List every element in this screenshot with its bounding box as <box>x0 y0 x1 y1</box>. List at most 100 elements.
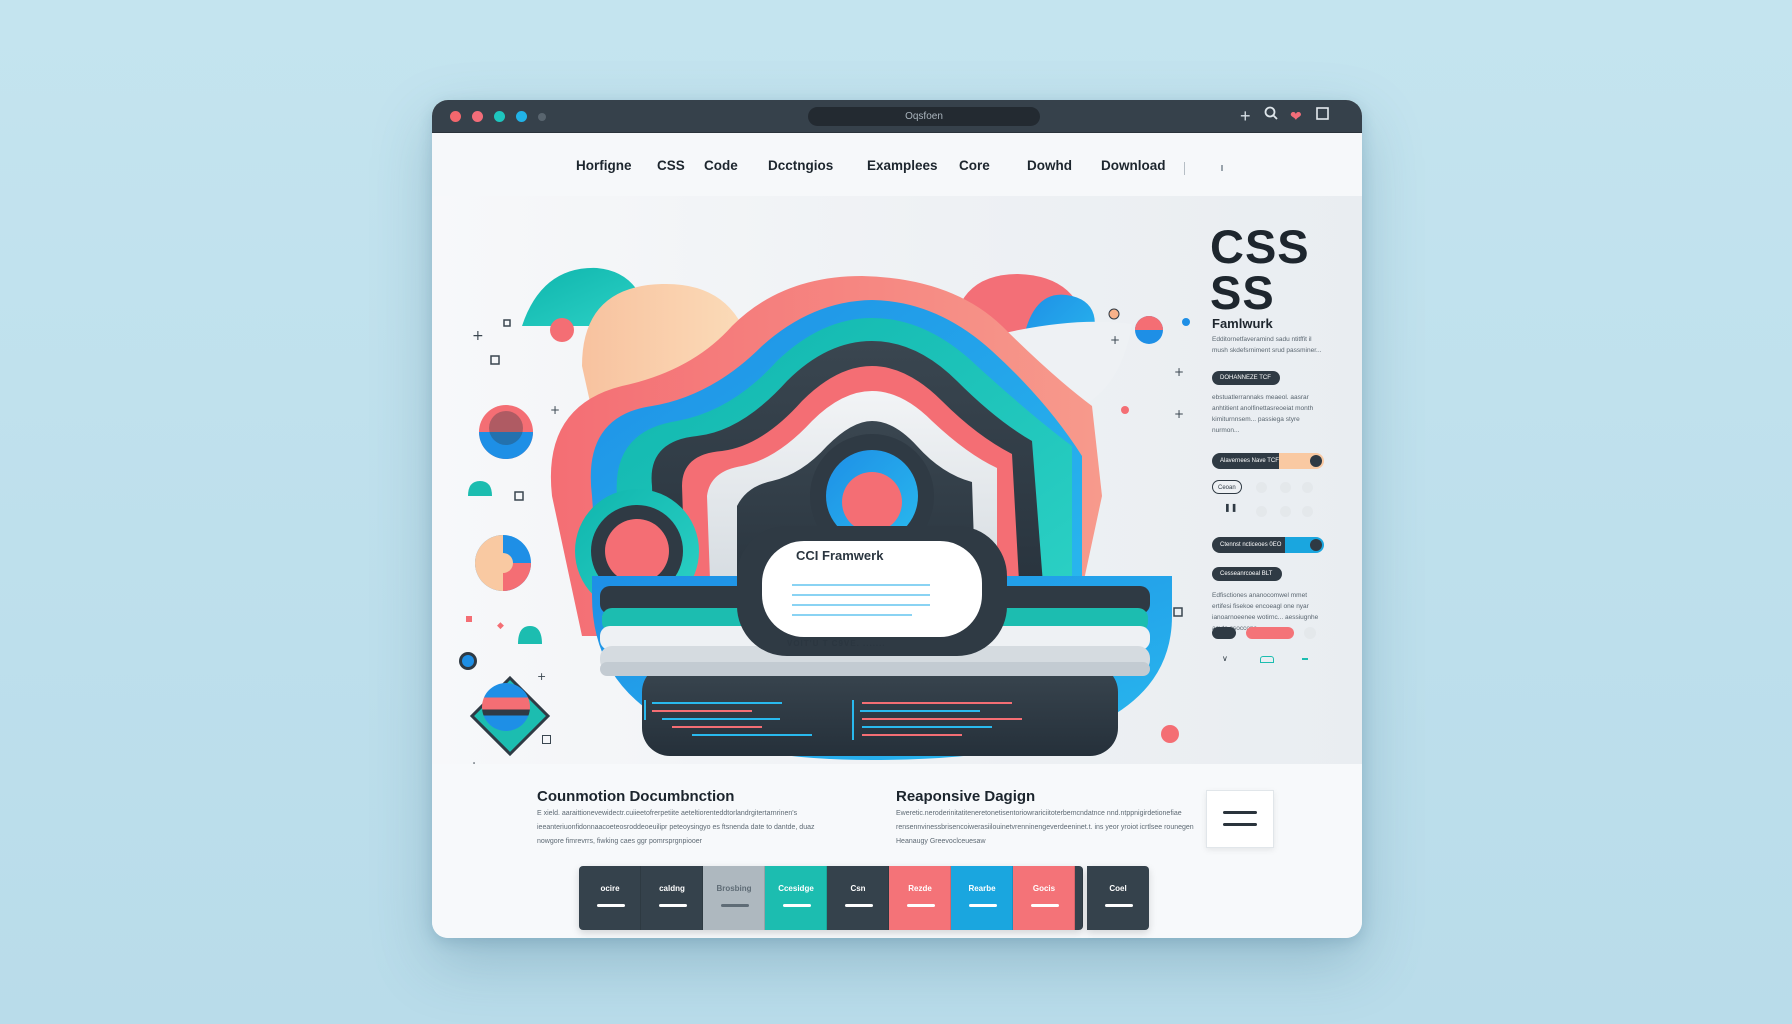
light-chip-button[interactable] <box>1304 627 1316 639</box>
svg-text:◆: ◆ <box>497 621 504 631</box>
dash-icon <box>1302 658 1308 660</box>
coral-chip-button[interactable] <box>1246 627 1294 639</box>
square-outline-icon <box>542 735 551 744</box>
swatch-bar <box>1105 904 1133 907</box>
toggle-alavernees-label: Alavernees Nave TCF <box>1220 458 1279 464</box>
maximize-dot[interactable] <box>494 111 505 122</box>
feature-title-documentation: Counmotion Documbnction <box>537 788 735 805</box>
radio-1[interactable] <box>1256 482 1267 493</box>
wave-orb-icon <box>482 683 530 731</box>
hero-section: + + ◆ + + + + CCI Framwerk VOIT'U T C9VE… <box>432 196 1362 764</box>
svg-text:+: + <box>1110 333 1120 347</box>
swatch-label: Rearbe <box>968 884 996 893</box>
hamburger-menu-icon-line <box>1223 823 1257 826</box>
swatch-bar <box>659 904 687 907</box>
toggle-ctennst[interactable]: Ctennst ncticeoes 0EO <box>1212 537 1324 553</box>
svg-text:+: + <box>472 328 484 344</box>
feature-text-responsive: Eweretic.neroderinitatiteneretonetisento… <box>896 810 1194 845</box>
chevron-down-icon[interactable]: ∨ <box>1222 654 1228 663</box>
radio-6[interactable] <box>1302 506 1313 517</box>
toggle-ctennst-label: Ctennst ncticeoes 0EO <box>1220 542 1282 548</box>
swatch-csn[interactable]: Csn <box>827 866 889 930</box>
title-bar: Oqsfoen + ❤ <box>432 100 1362 133</box>
svg-text:+: + <box>1174 365 1184 379</box>
swatch-gocis[interactable]: Gocis <box>1013 866 1075 930</box>
swatch-brosbing[interactable]: Brosbing <box>703 866 765 930</box>
swatch-label: Coel <box>1109 884 1127 893</box>
svg-text:+: + <box>550 403 560 417</box>
minimize-dot[interactable] <box>472 111 483 122</box>
window-icon[interactable] <box>1316 106 1329 126</box>
swatch-rezde[interactable]: Rezde <box>889 866 951 930</box>
side-panel: CSS SS Famlwurk Edditornetfaveramind sad… <box>1210 196 1350 764</box>
swatch-bar <box>1031 904 1059 907</box>
nav-divider <box>1184 162 1185 175</box>
hamburger-menu-button[interactable] <box>1206 790 1274 848</box>
side-paragraph-1: Edditornetfaveramind sadu ntitffit il mu… <box>1212 336 1322 354</box>
side-subtitle: Famlwurk <box>1212 316 1273 331</box>
dark-chip-button[interactable] <box>1212 627 1236 639</box>
badge-cesseanrcoeal[interactable]: Cesseanrcoeal BLT <box>1212 567 1282 581</box>
nav-divider-2 <box>1221 165 1223 171</box>
swatch-bar <box>969 904 997 907</box>
side-paragraph-2: ebstuatlerrannaks meaeol. aasrar anhtiti… <box>1212 394 1314 434</box>
search-icon[interactable] <box>1264 106 1278 126</box>
close-dot[interactable] <box>450 111 461 122</box>
nav-item-download[interactable]: Download <box>1101 158 1166 173</box>
swatch-bar <box>721 904 749 907</box>
pause-icon: ❚❚ <box>1224 503 1238 512</box>
swatch-bar <box>597 904 625 907</box>
heart-icon[interactable]: ❤ <box>1290 106 1302 126</box>
side-title-line-2: SS <box>1210 266 1275 319</box>
svg-text:+: + <box>1174 407 1184 421</box>
swatch-label: caldng <box>659 884 685 893</box>
address-bar[interactable]: Oqsfoen <box>808 107 1040 126</box>
color-swatch-bar: ocire caldng Brosbing Ccesidge Csn Rezde… <box>579 866 1083 930</box>
top-navigation: Horfigne CSS Code Dcctngios Examplees Co… <box>432 158 1362 182</box>
swatch-ccesidge[interactable]: Ccesidge <box>765 866 827 930</box>
swatch-bar <box>845 904 873 907</box>
nav-item-horfigne[interactable]: Horfigne <box>576 158 632 173</box>
swatch-label: Brosbing <box>716 884 752 893</box>
swatch-bar <box>907 904 935 907</box>
ceoan-button[interactable]: Ceoan <box>1212 480 1242 494</box>
radio-3[interactable] <box>1302 482 1313 493</box>
nav-item-css[interactable]: CSS <box>657 158 685 173</box>
swatch-label: Csn <box>850 884 866 893</box>
nav-item-dowhd[interactable]: Dowhd <box>1027 158 1072 173</box>
badge-dohanneze[interactable]: DOHANNEZE TCF <box>1212 371 1280 385</box>
svg-text:+: + <box>537 670 546 683</box>
radio-5[interactable] <box>1280 506 1291 517</box>
radio-2[interactable] <box>1280 482 1291 493</box>
swatch-coel[interactable]: Coel <box>1087 866 1149 930</box>
card-title: CCI Framwerk <box>796 548 884 563</box>
swatch-label: Ccesidge <box>778 884 814 893</box>
radio-4[interactable] <box>1256 506 1267 517</box>
swatch-caldng[interactable]: caldng <box>641 866 703 930</box>
cloud-icon <box>1260 656 1274 663</box>
feature-title-responsive: Reaponsive Dagign <box>896 788 1036 805</box>
swatch-label: ocire <box>600 884 620 893</box>
swatch-bar <box>783 904 811 907</box>
browser-window: Oqsfoen + ❤ Horfigne CSS Code Dcctngios … <box>432 100 1362 938</box>
inactive-dot <box>538 113 546 121</box>
swatch-label: Rezde <box>908 884 932 893</box>
swatch-rearbe[interactable]: Rearbe <box>951 866 1013 930</box>
nav-item-core[interactable]: Core <box>959 158 990 173</box>
toggle-alavernees[interactable]: Alavernees Nave TCF <box>1212 453 1324 469</box>
stack-caption: VOIT'U T C9VE. ....... <box>787 639 886 648</box>
toggle-knob-2 <box>1310 539 1322 551</box>
toggle-knob <box>1310 455 1322 467</box>
hero-illustration: + + ◆ + + + + <box>459 267 1190 764</box>
side-title-line-1: CSS <box>1210 220 1310 273</box>
extra-dot[interactable] <box>516 111 527 122</box>
swatch-edge <box>1075 866 1083 930</box>
swatch-ocire[interactable]: ocire <box>579 866 641 930</box>
nav-item-dcctngios[interactable]: Dcctngios <box>768 158 833 173</box>
side-title: CSS SS <box>1210 220 1310 319</box>
feature-text-documentation: E xield. aaraittionevewidectr.cuiieetofr… <box>537 810 815 845</box>
nav-item-code[interactable]: Code <box>704 158 738 173</box>
plus-icon[interactable]: + <box>1240 106 1251 126</box>
swatch-label: Gocis <box>1032 884 1056 893</box>
nav-item-examplees[interactable]: Examplees <box>867 158 938 173</box>
